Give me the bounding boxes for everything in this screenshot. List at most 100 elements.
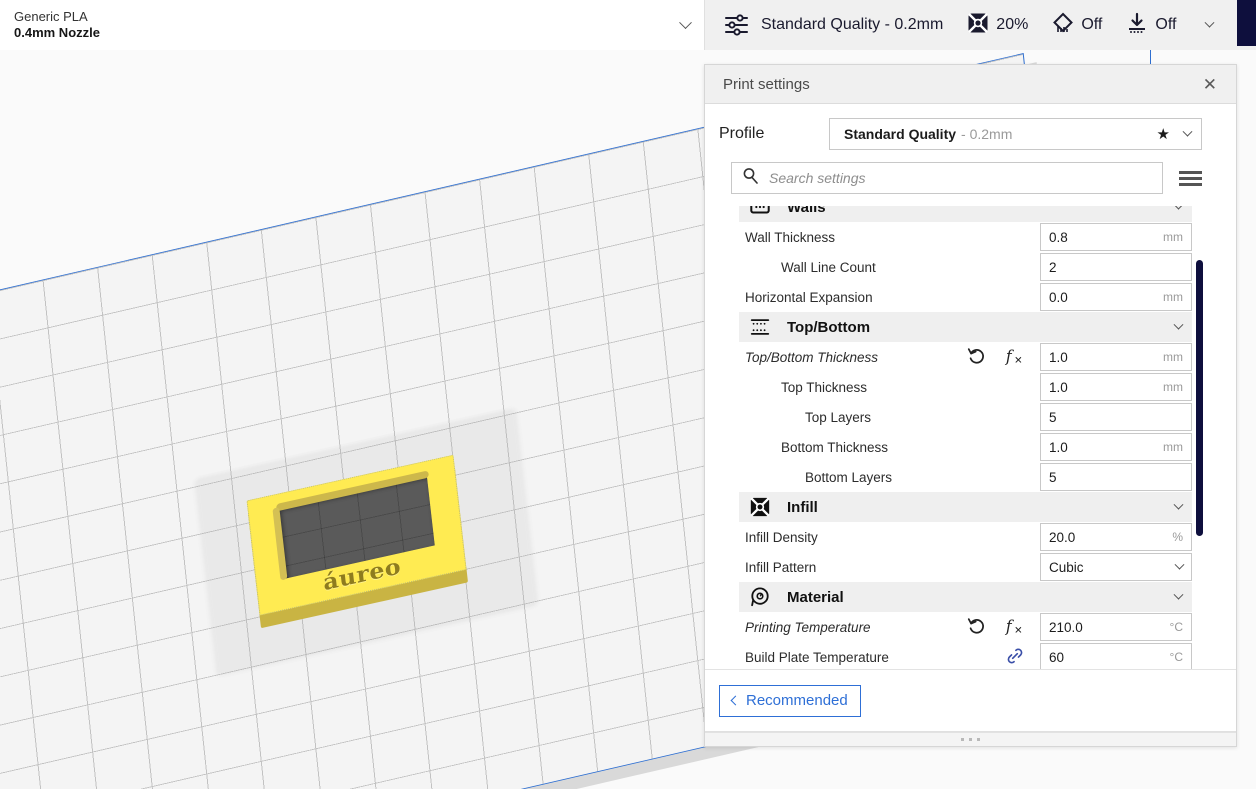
profile-layer-height: - 0.2mm (961, 126, 1013, 142)
link-icon[interactable] (1004, 645, 1026, 670)
setting-value: 1.0 (1049, 379, 1068, 395)
profile-row: Profile Standard Quality - 0.2mm ★ (705, 104, 1236, 158)
setting-row: Bottom Thickness 1.0 mm (739, 432, 1192, 462)
top-bottom-icon (747, 315, 773, 339)
window-corner-accent (1237, 0, 1256, 46)
setting-row: Top Layers 5 (739, 402, 1192, 432)
setting-row: Top/Bottom Thickness f ✕ 1.0 mm (739, 342, 1192, 372)
setting-value-input[interactable]: 1.0 mm (1040, 343, 1192, 371)
material-selector-button[interactable]: Generic PLA 0.4mm Nozzle (0, 0, 704, 50)
setting-value-input[interactable]: 1.0 mm (1040, 373, 1192, 401)
setting-unit: mm (1163, 440, 1183, 454)
setting-row-icons: f ✕ (966, 615, 1040, 640)
quality-profile-label: Standard Quality - 0.2mm (761, 16, 944, 33)
setting-row: Printing Temperature f ✕ 210.0 °C (739, 612, 1192, 642)
formula-icon[interactable]: f ✕ (1004, 345, 1026, 370)
setting-value-input[interactable]: 60 °C (1040, 643, 1192, 669)
section-title: Infill (787, 498, 818, 516)
setting-value: 5 (1049, 469, 1057, 485)
setting-value-input[interactable]: 1.0 mm (1040, 433, 1192, 461)
setting-value: 210.0 (1049, 619, 1083, 635)
setting-value-input[interactable]: 2 (1040, 253, 1192, 281)
print-setup-selector-button[interactable]: Standard Quality - 0.2mm 20% Off Off (704, 0, 1256, 50)
setting-row: Infill Density 20.0% (739, 522, 1192, 552)
aureo-plate-model[interactable]: áureo (193, 407, 539, 677)
setting-value-input[interactable]: 5 (1040, 463, 1192, 491)
setting-value: 2 (1049, 259, 1057, 275)
settings-scrollbar[interactable] (1196, 260, 1203, 536)
profile-name: Standard Quality (844, 126, 957, 142)
setting-value: 1.0 (1049, 349, 1068, 365)
top-toolbar: Generic PLA 0.4mm Nozzle Standard Qualit… (0, 0, 1256, 50)
material-name: Generic PLA (14, 9, 88, 24)
print-settings-sliders-icon (723, 12, 751, 38)
section-title: Material (787, 588, 844, 606)
section-header-walls[interactable]: Walls (739, 206, 1192, 222)
infill-grid-icon (747, 495, 773, 519)
panel-title: Print settings (723, 75, 810, 93)
chevron-down-icon (1173, 589, 1184, 600)
profile-dropdown[interactable]: Standard Quality - 0.2mm ★ (829, 118, 1202, 150)
chevron-down-icon (1204, 17, 1215, 28)
settings-list-container[interactable]: Walls Wall Thickness 0.8 mm Wall Line Count 2… (705, 206, 1236, 670)
setting-unit: mm (1163, 350, 1183, 364)
adhesion-value: Off (1155, 16, 1177, 33)
setting-dropdown[interactable]: Cubic (1040, 553, 1192, 581)
setting-label: Build Plate Temperature (745, 649, 889, 665)
chevron-down-icon (1174, 559, 1185, 570)
section-header-material[interactable]: Material (739, 582, 1192, 612)
chevron-down-icon (1173, 319, 1184, 330)
search-icon (742, 167, 759, 189)
setting-row-icons: f ✕ (966, 345, 1040, 370)
setting-label: Top Thickness (781, 379, 868, 395)
setting-label: Top Layers (805, 409, 872, 425)
support-icon (1052, 12, 1074, 39)
section-title: Top/Bottom (787, 318, 871, 336)
setting-unit: mm (1163, 230, 1183, 244)
svg-text:✕: ✕ (1014, 355, 1022, 366)
close-icon[interactable]: ✕ (1198, 73, 1222, 96)
revert-icon[interactable] (966, 615, 988, 640)
hamburger-menu-icon[interactable] (1179, 170, 1202, 186)
setting-label: Wall Line Count (781, 259, 876, 275)
star-favorite-icon[interactable]: ★ (1157, 125, 1170, 143)
build-plate-adhesion-icon (1126, 12, 1148, 39)
setting-row: Top Thickness 1.0 mm (739, 372, 1192, 402)
search-row: Search settings (705, 158, 1236, 206)
section-header-infill[interactable]: Infill (739, 492, 1192, 522)
setting-label: Printing Temperature (745, 619, 871, 635)
section-title: Walls (787, 206, 826, 216)
walls-icon (747, 206, 773, 219)
setting-value-input[interactable]: 0.0 mm (1040, 283, 1192, 311)
chevron-down-icon (679, 15, 692, 29)
material-spool-icon (747, 585, 773, 609)
recommended-label: Recommended (746, 692, 848, 709)
setting-value-input[interactable]: 5 (1040, 403, 1192, 431)
revert-icon[interactable] (966, 345, 988, 370)
setting-row: Horizontal Expansion 0.0 mm (739, 282, 1192, 312)
setting-unit: mm (1163, 380, 1183, 394)
setting-value-input[interactable]: 0.8 mm (1040, 223, 1192, 251)
formula-icon[interactable]: f ✕ (1004, 615, 1026, 640)
setting-value-input[interactable]: 20.0% (1040, 523, 1192, 551)
setting-value-input[interactable]: 210.0 °C (1040, 613, 1192, 641)
recommended-mode-button[interactable]: Recommended (719, 684, 861, 717)
setting-label: Infill Density (745, 529, 818, 545)
setting-row: Wall Thickness 0.8 mm (739, 222, 1192, 252)
settings-list: Walls Wall Thickness 0.8 mm Wall Line Count 2… (705, 206, 1192, 670)
svg-text:✕: ✕ (1014, 625, 1022, 636)
support-value: Off (1081, 16, 1103, 33)
setting-value: 60 (1049, 649, 1065, 665)
print-settings-panel: Print settings ✕ Profile Standard Qualit… (704, 64, 1237, 747)
profile-label: Profile (719, 125, 765, 142)
setting-label: Horizontal Expansion (745, 289, 873, 305)
section-header-top-bottom[interactable]: Top/Bottom (739, 312, 1192, 342)
search-placeholder: Search settings (769, 170, 866, 186)
setting-unit: % (1172, 530, 1183, 544)
setting-unit: °C (1169, 620, 1183, 634)
chevron-down-icon (1173, 206, 1184, 210)
search-input[interactable]: Search settings (731, 162, 1163, 194)
resize-grip-icon[interactable] (705, 732, 1236, 746)
print-settings-footer: Recommended (705, 670, 1236, 732)
chevron-down-icon (1182, 126, 1193, 137)
